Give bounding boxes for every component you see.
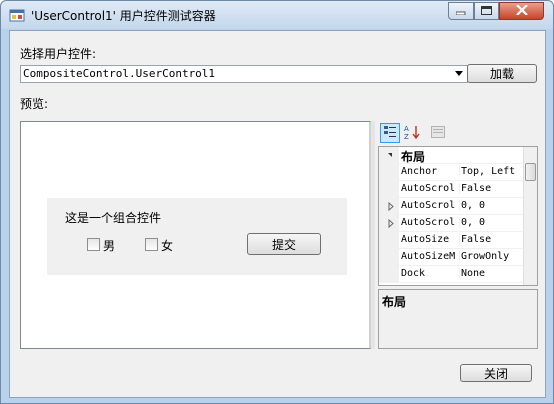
- female-checkbox[interactable]: [145, 238, 158, 251]
- splitter[interactable]: [371, 121, 375, 349]
- male-checkbox[interactable]: [87, 238, 100, 251]
- property-pages-icon: [431, 125, 445, 141]
- combobox-value: CompositeControl.UserControl1: [23, 67, 216, 80]
- svg-text:A: A: [404, 125, 409, 133]
- expand-icon[interactable]: [379, 215, 399, 232]
- property-grid-list[interactable]: 布局 Anchor Top, Left AutoScrol False AutoScro…: [378, 146, 538, 286]
- alphabetical-button[interactable]: A Z: [402, 123, 422, 143]
- title-bar[interactable]: 'UserControl1' 用户控件测试容器: [1, 1, 553, 29]
- property-name: AutoScrol: [401, 183, 456, 194]
- app-icon: [9, 7, 25, 23]
- row-gutter: [379, 164, 399, 181]
- property-value[interactable]: 0, 0: [459, 200, 523, 211]
- row-gutter: [379, 198, 399, 215]
- property-name: AutoSizeM: [401, 251, 456, 262]
- property-value[interactable]: 0, 0: [459, 217, 523, 228]
- load-button[interactable]: 加载: [467, 64, 537, 83]
- property-value[interactable]: Top, Left: [459, 166, 523, 177]
- alphabetical-icon: A Z: [404, 124, 420, 143]
- close-icon: [515, 4, 528, 18]
- property-grid-scrollbar[interactable]: [523, 147, 537, 285]
- property-value[interactable]: False: [459, 183, 523, 194]
- property-name: AutoScrol: [401, 217, 456, 228]
- control-selector-combobox[interactable]: CompositeControl.UserControl1: [20, 65, 468, 83]
- scrollbar-thumb[interactable]: [525, 163, 536, 181]
- category-row[interactable]: 布局: [379, 147, 524, 164]
- control-heading: 这是一个组合控件: [65, 211, 162, 225]
- select-control-label: 选择用户控件:: [20, 47, 97, 61]
- window-title: 'UserControl1' 用户控件测试容器: [31, 9, 216, 23]
- categorized-icon: [383, 125, 397, 142]
- property-name: AutoSize: [401, 234, 450, 245]
- property-grid-toolbar: A Z: [376, 121, 538, 145]
- property-row[interactable]: AutoScrol 0, 0: [379, 215, 524, 232]
- male-checkbox-label: 男: [103, 239, 116, 253]
- minimize-icon: [455, 4, 466, 18]
- property-value[interactable]: None: [459, 268, 523, 279]
- close-button[interactable]: 关闭: [460, 364, 532, 382]
- row-gutter: [379, 181, 399, 198]
- expand-icon[interactable]: [379, 198, 399, 215]
- user-control: 这是一个组合控件 男 女 提交: [47, 198, 347, 275]
- svg-text:Z: Z: [404, 133, 409, 140]
- maximize-button[interactable]: [474, 2, 499, 20]
- categorized-button[interactable]: [380, 123, 400, 143]
- row-gutter: [379, 266, 399, 283]
- preview-label: 预览:: [20, 97, 49, 111]
- submit-button[interactable]: 提交: [247, 233, 321, 255]
- property-row[interactable]: Dock None: [379, 266, 524, 283]
- row-gutter: [379, 215, 399, 232]
- close-window-button[interactable]: [499, 2, 544, 20]
- property-value[interactable]: False: [459, 234, 523, 245]
- maximize-icon: [481, 4, 492, 18]
- property-value[interactable]: GrowOnly: [459, 251, 523, 262]
- client-area: 选择用户控件: CompositeControl.UserControl1 加载…: [9, 30, 546, 398]
- test-container-window: 'UserControl1' 用户控件测试容器 选择用户控件: Composit…: [0, 0, 554, 404]
- property-pages-button[interactable]: [428, 123, 448, 143]
- property-description-panel: 布局: [378, 289, 538, 349]
- property-name: Dock: [401, 268, 426, 279]
- property-row[interactable]: AutoScrol 0, 0: [379, 198, 524, 215]
- property-row[interactable]: Anchor Top, Left: [379, 164, 524, 181]
- property-row[interactable]: AutoScrol False: [379, 181, 524, 198]
- property-grid: A Z 布局 Anchor Top, Left AutoScrol False …: [376, 121, 538, 351]
- female-checkbox-label: 女: [161, 239, 174, 253]
- description-title: 布局: [382, 295, 407, 309]
- row-gutter: [379, 232, 399, 249]
- row-gutter: [379, 147, 399, 164]
- collapse-icon[interactable]: [379, 147, 399, 164]
- property-name: AutoScrol: [401, 200, 456, 211]
- preview-panel: 这是一个组合控件 男 女 提交: [20, 121, 372, 349]
- row-gutter: [379, 249, 399, 266]
- chevron-down-icon[interactable]: [455, 71, 463, 76]
- property-name: Anchor: [401, 166, 438, 177]
- property-row[interactable]: AutoSizeM GrowOnly: [379, 249, 524, 266]
- category-label: 布局: [401, 150, 426, 164]
- minimize-button[interactable]: [448, 2, 474, 20]
- property-row[interactable]: AutoSize False: [379, 232, 524, 249]
